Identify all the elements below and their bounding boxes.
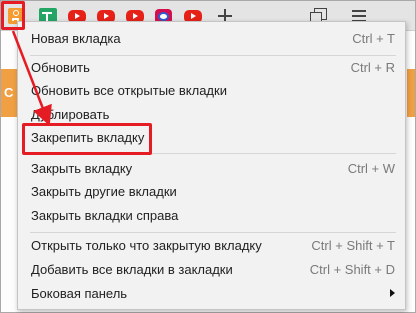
menu-item-close-tabs-right[interactable]: Закрыть вкладки справа [18, 204, 405, 227]
menu-item-bookmark-all-tabs[interactable]: Добавить все вкладки в закладки Ctrl + S… [18, 258, 405, 281]
menu-item-reload[interactable]: Обновить Ctrl + R [18, 56, 405, 79]
annotation-highlight-pin-item [22, 123, 152, 155]
menu-item-shortcut: Ctrl + Shift + D [309, 262, 395, 277]
menu-item-label: Закрыть вкладки справа [31, 208, 179, 223]
menu-item-shortcut: Ctrl + W [347, 161, 395, 176]
menu-item-label: Закрыть вкладку [31, 161, 133, 176]
menu-item-shortcut: Ctrl + T [352, 31, 395, 46]
menu-item-reload-all[interactable]: Обновить все открытые вкладки [18, 79, 405, 102]
menu-item-label: Открыть только что закрытую вкладку [31, 238, 262, 253]
annotation-highlight-tab [1, 1, 25, 30]
menu-item-close-tab[interactable]: Закрыть вкладку Ctrl + W [18, 157, 405, 180]
menu-item-label: Обновить все открытые вкладки [31, 83, 227, 98]
tab-context-menu: Новая вкладка Ctrl + T Обновить Ctrl + R… [17, 21, 406, 310]
menu-item-label: Дублировать [31, 107, 110, 122]
menu-item-new-tab[interactable]: Новая вкладка Ctrl + T [18, 27, 405, 50]
submenu-arrow-icon [390, 289, 395, 297]
menu-separator [30, 232, 396, 233]
menu-item-shortcut: Ctrl + R [350, 60, 395, 75]
menu-item-label: Закрыть другие вкладки [31, 184, 177, 199]
menu-item-close-other-tabs[interactable]: Закрыть другие вкладки [18, 180, 405, 203]
page-banner: С [1, 69, 17, 117]
menu-item-label: Добавить все вкладки в закладки [31, 262, 233, 277]
menu-item-label: Обновить [31, 60, 90, 75]
menu-item-side-panel[interactable]: Боковая панель [18, 282, 405, 305]
menu-item-shortcut: Ctrl + Shift + T [311, 238, 395, 253]
menu-item-reopen-closed-tab[interactable]: Открыть только что закрытую вкладку Ctrl… [18, 234, 405, 257]
menu-item-label: Новая вкладка [31, 31, 121, 46]
menu-item-label: Боковая панель [31, 286, 128, 301]
page-banner-edge [407, 69, 415, 117]
